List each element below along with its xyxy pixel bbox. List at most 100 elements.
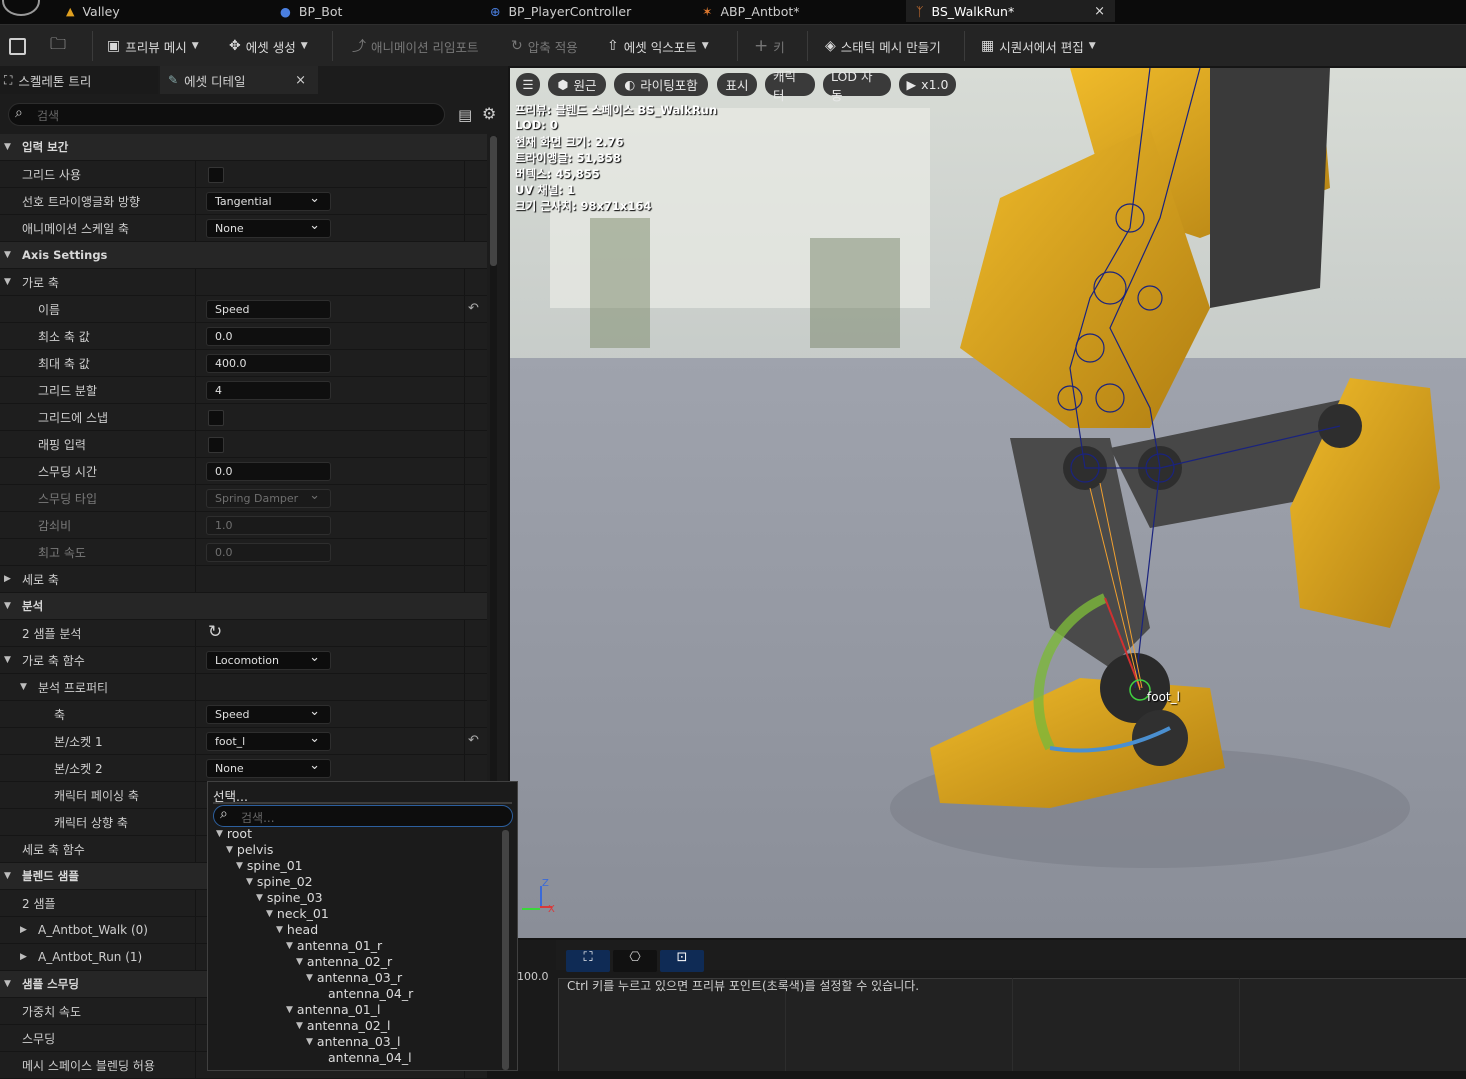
chevron-down-icon[interactable]: ▼ [4,269,11,295]
chevron-down-icon[interactable]: ▼ [4,863,11,889]
export-asset-button[interactable]: ⇧ 에셋 익스포트 ▼ [607,33,709,59]
chevron-down-icon[interactable]: ▼ [296,957,303,967]
bone-tree-item[interactable]: ▼ pelvis [226,842,273,857]
popup-scrollbar[interactable] [502,830,509,1070]
column-splitter[interactable] [195,377,196,403]
chevron-down-icon[interactable]: ▼ [226,845,233,855]
settings-gear-icon[interactable]: ⚙ [482,104,496,123]
chevron-down-icon[interactable]: ▼ [286,941,293,951]
chevron-down-icon[interactable]: ▼ [216,829,223,839]
tab-valley[interactable]: ▲ Valley [62,0,267,22]
column-splitter[interactable] [195,485,196,511]
property-row[interactable]: 스무딩 타입 Spring Damper ⌄ [0,485,487,512]
make-static-mesh-button[interactable]: ◈ 스태틱 메시 만들기 [825,33,941,59]
refresh-icon[interactable]: ↻ [208,622,222,642]
column-splitter[interactable] [195,512,196,538]
chevron-down-icon[interactable]: ▼ [4,593,11,619]
column-splitter[interactable] [195,215,196,241]
property-row[interactable]: 래핑 입력 [0,431,487,458]
property-row[interactable]: 축 Speed ⌄ [0,701,487,728]
blendspace-grid-editor[interactable]: ⛶ ⎔ ⊡ 100.0 Ctrl 키를 누르고 있으면 프리뷰 포인트(초록색)… [510,940,1466,1071]
bone-tree-item[interactable]: ▼ neck_01 [266,906,329,921]
column-splitter[interactable] [195,350,196,376]
column-splitter[interactable] [195,323,196,349]
column-splitter[interactable] [195,782,196,808]
chevron-right-icon[interactable]: ▶ [20,944,27,970]
chevron-down-icon[interactable]: ▼ [276,925,283,935]
column-splitter[interactable] [195,890,196,916]
chevron-down-icon[interactable]: ▼ [306,1037,313,1047]
bone-tree-item[interactable]: antenna_04_l [316,1050,412,1065]
table-view-icon[interactable]: ▤ [458,106,472,124]
viewport-options-button[interactable]: ☰ [516,73,540,96]
edit-in-sequencer-button[interactable]: ▦ 시퀀서에서 편집 ▼ [981,33,1096,59]
chevron-down-icon[interactable]: ▼ [286,1005,293,1015]
tab-bp-bot[interactable]: ● BP_Bot [276,0,476,22]
chevron-down-icon[interactable]: ▼ [266,909,273,919]
reset-to-default-icon[interactable]: ↶ [468,301,479,316]
column-splitter[interactable] [195,188,196,214]
property-row[interactable]: ▼ 가로 축 함수 Locomotion ⌄ [0,647,487,674]
add-key-button[interactable]: + 키 [754,33,785,59]
column-splitter[interactable] [195,1025,196,1051]
column-splitter[interactable] [195,917,196,943]
property-row[interactable]: 선호 트라이앵글화 방향 Tangential ⌄ [0,188,487,215]
property-dropdown[interactable]: Spring Damper ⌄ [206,488,331,508]
chevron-down-icon[interactable]: ▼ [246,877,253,887]
chevron-down-icon[interactable]: ▼ [4,242,11,268]
property-checkbox[interactable] [208,167,224,183]
chevron-down-icon[interactable]: ▼ [306,973,313,983]
tab-bs-walkrun[interactable]: ᛉ BS_WalkRun* × [906,0,1115,22]
column-splitter[interactable] [195,566,196,592]
column-splitter[interactable] [195,944,196,970]
column-splitter[interactable] [195,269,196,295]
column-splitter[interactable] [195,404,196,430]
property-dropdown[interactable]: Locomotion ⌄ [206,650,331,670]
lod-auto-button[interactable]: LOD 자동 [823,69,891,103]
reset-to-default-icon[interactable]: ↶ [468,733,479,748]
property-value-input[interactable]: 0.0 [206,462,331,481]
browse-button[interactable]: 🗀 [50,33,66,59]
bone-tree-item[interactable]: ▼ antenna_02_l [296,1018,390,1033]
column-splitter[interactable] [195,620,196,646]
property-dropdown[interactable]: None ⌄ [206,218,331,238]
scrollbar-thumb[interactable] [490,136,497,266]
chevron-down-icon[interactable]: ▼ [20,674,27,700]
bone-tree-item[interactable]: ▼ antenna_03_l [306,1034,400,1049]
property-dropdown[interactable]: Tangential ⌄ [206,191,331,211]
column-splitter[interactable] [195,296,196,322]
column-splitter[interactable] [195,161,196,187]
property-row[interactable]: 애니메이션 스케일 축 None ⌄ [0,215,487,242]
column-splitter[interactable] [195,755,196,781]
column-splitter[interactable] [195,1052,196,1078]
property-checkbox[interactable] [208,410,224,426]
property-row[interactable]: 본/소켓 1 foot_l ⌄ ↶ [0,728,487,755]
property-row[interactable]: ▼ Axis Settings [0,242,487,269]
column-splitter[interactable] [195,701,196,727]
bone-tree-item[interactable]: ▼ spine_02 [246,874,313,889]
column-splitter[interactable] [195,674,196,700]
lit-mode-button[interactable]: ◐ 라이팅포함 [614,73,708,96]
bone-tree-item[interactable]: ▼ antenna_03_r [306,970,402,985]
show-animation-names-button[interactable]: ⎔ [613,950,657,972]
property-row[interactable]: 2 샘플 분석 ↻ [0,620,487,647]
bone-tree-item[interactable]: ▼ antenna_01_l [286,1002,380,1017]
property-row[interactable]: 최소 축 값 0.0 [0,323,487,350]
details-search-input[interactable]: ⌕ 검색 [8,103,445,126]
column-splitter[interactable] [195,836,196,862]
chevron-down-icon[interactable]: ▼ [296,1021,303,1031]
column-splitter[interactable] [195,539,196,565]
bone-tree-item[interactable]: ▼ spine_01 [236,858,303,873]
property-dropdown[interactable]: foot_l ⌄ [206,731,331,751]
column-splitter[interactable] [195,728,196,754]
property-row[interactable]: 스무딩 시간 0.0 [0,458,487,485]
bone-tree-item[interactable]: ▼ antenna_02_r [296,954,392,969]
create-asset-button[interactable]: ✥ 에셋 생성 ▼ [229,33,308,59]
property-row[interactable]: ▼ 분석 프로퍼티 [0,674,487,701]
property-row[interactable]: 최고 속도 0.0 [0,539,487,566]
column-splitter[interactable] [195,647,196,673]
property-checkbox[interactable] [208,437,224,453]
property-row[interactable]: 그리드 분할 4 [0,377,487,404]
property-dropdown[interactable]: Speed ⌄ [206,704,331,724]
property-row[interactable]: ▼ 입력 보간 [0,134,487,161]
